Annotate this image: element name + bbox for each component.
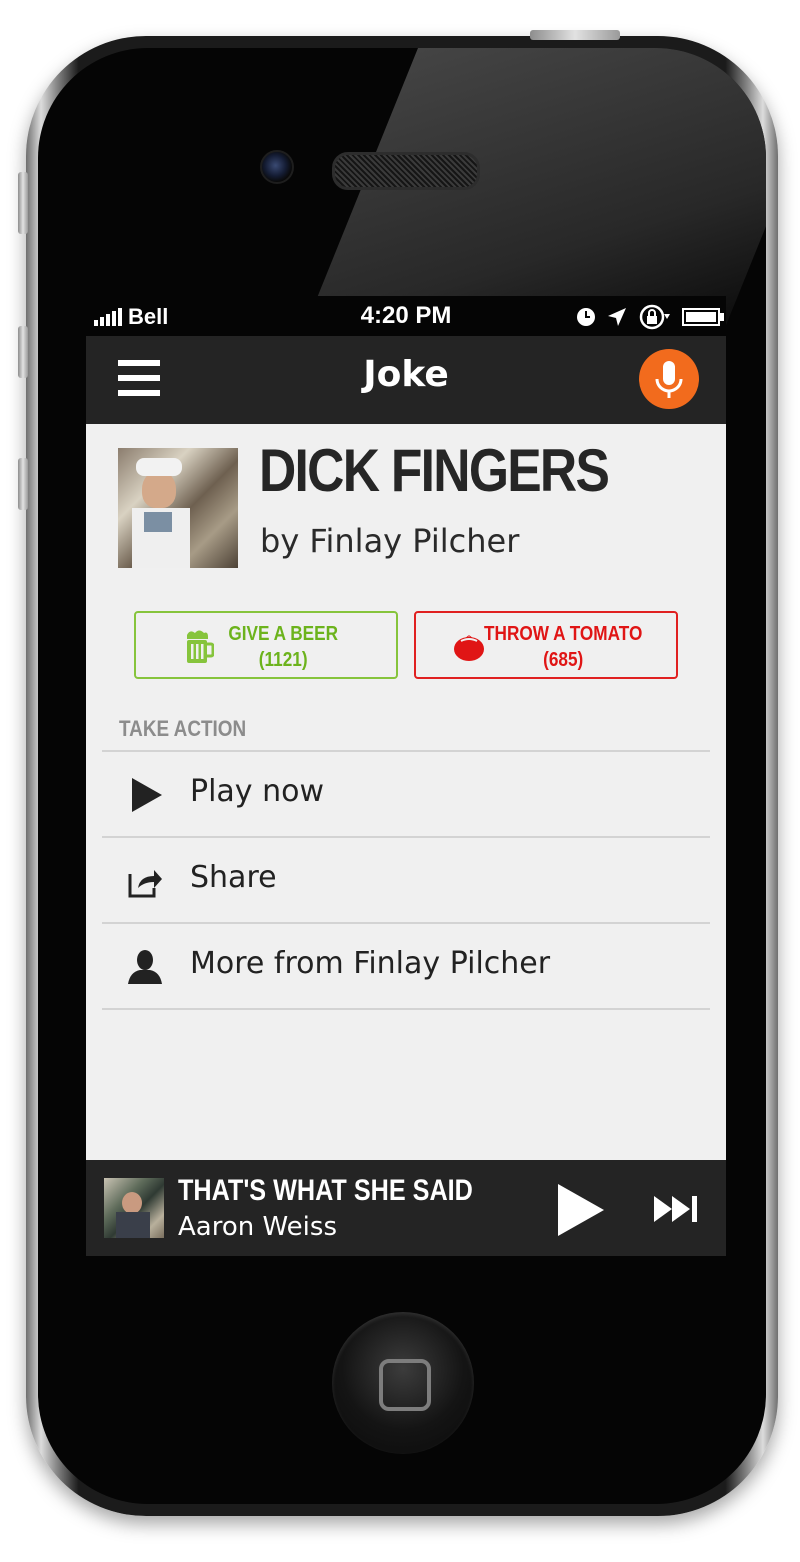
now-playing-bar[interactable]: THAT'S WHAT SHE SAID Aaron Weiss [86, 1160, 726, 1256]
share-label: Share [190, 860, 277, 895]
nav-bar: Joke [86, 336, 726, 424]
take-action-heading: TAKE ACTION [119, 716, 247, 741]
microphone-icon [655, 361, 683, 398]
joke-title: DICK FINGERS [259, 437, 610, 504]
microphone-button[interactable] [639, 349, 699, 409]
author-avatar [118, 448, 238, 568]
joke-content: DICK FINGERS by Finlay Pilcher GIVE A BE… [86, 424, 726, 1160]
home-button-square-icon [379, 1359, 431, 1411]
person-icon [128, 950, 162, 984]
play-now-label: Play now [190, 774, 325, 809]
page-title: Joke [363, 354, 449, 395]
give-beer-label: GIVE A BEER [228, 623, 338, 645]
location-arrow-icon [608, 308, 626, 326]
throw-tomato-button[interactable]: THROW A TOMATO (685) [414, 611, 678, 679]
share-icon [128, 870, 162, 898]
beer-count: (1121) [258, 649, 308, 671]
mute-switch [18, 172, 28, 234]
more-from-author-row[interactable]: More from Finlay Pilcher [102, 924, 710, 1008]
more-from-author-label: More from Finlay Pilcher [190, 946, 551, 981]
volume-down-button [18, 458, 28, 510]
play-icon[interactable] [554, 1182, 606, 1238]
skip-next-icon[interactable] [652, 1194, 702, 1224]
power-button [530, 30, 620, 40]
joke-author: by Finlay Pilcher [260, 522, 520, 560]
app-screen: Bell 4:20 PM Joke DICK FINGERS by Finlay… [86, 296, 726, 1256]
track-thumbnail [104, 1178, 164, 1238]
rotation-lock-icon [639, 304, 670, 330]
play-now-row[interactable]: Play now [102, 752, 710, 836]
home-button[interactable] [332, 1312, 474, 1454]
earpiece-speaker [332, 152, 480, 190]
status-bar: Bell 4:20 PM [86, 296, 726, 336]
give-beer-button[interactable]: GIVE A BEER (1121) [134, 611, 398, 679]
track-title: THAT'S WHAT SHE SAID [178, 1174, 473, 1207]
battery-icon [682, 308, 724, 326]
clock-icon [577, 308, 595, 326]
play-icon [132, 778, 162, 812]
volume-up-button [18, 326, 28, 378]
status-icons [576, 304, 724, 330]
track-artist: Aaron Weiss [178, 1212, 337, 1242]
divider [102, 1008, 710, 1010]
throw-tomato-label: THROW A TOMATO [484, 623, 643, 645]
tomato-count: (685) [543, 649, 584, 671]
front-camera [260, 150, 294, 184]
share-row[interactable]: Share [102, 838, 710, 922]
